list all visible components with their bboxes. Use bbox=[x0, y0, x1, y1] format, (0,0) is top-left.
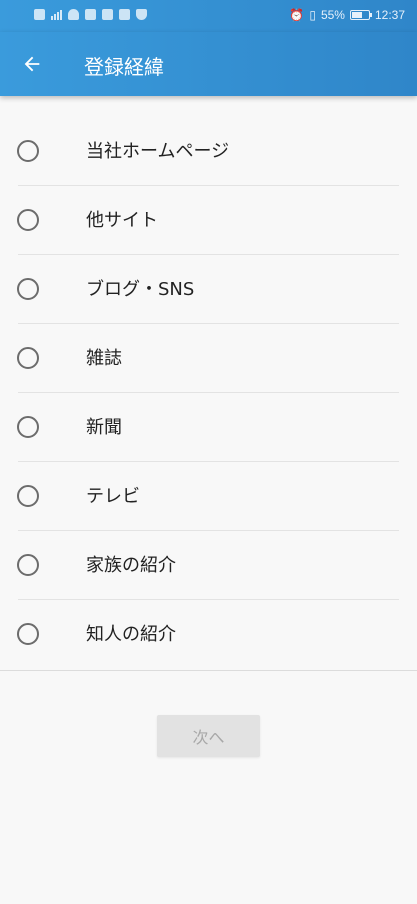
option-item[interactable]: 家族の紹介 bbox=[0, 531, 417, 600]
hd-icon bbox=[34, 9, 45, 20]
wifi-icon bbox=[68, 9, 79, 20]
list-bottom-divider bbox=[0, 670, 417, 671]
signal-icon bbox=[51, 9, 62, 20]
option-label: テレビ bbox=[86, 486, 140, 507]
battery-icon bbox=[349, 10, 372, 20]
radio-button[interactable] bbox=[17, 485, 39, 507]
option-item[interactable]: 新聞 bbox=[0, 393, 417, 462]
option-label: 新聞 bbox=[86, 417, 122, 438]
radio-button[interactable] bbox=[17, 209, 39, 231]
option-label: 知人の紹介 bbox=[86, 624, 176, 645]
notification-icon bbox=[85, 9, 96, 20]
option-item[interactable]: ブログ・SNS bbox=[0, 255, 417, 324]
page-title: 登録経緯 bbox=[84, 55, 164, 79]
radio-button[interactable] bbox=[17, 623, 39, 645]
arrow-left-icon bbox=[24, 56, 40, 72]
status-icons-left bbox=[34, 9, 147, 20]
alarm-icon: ⏰ bbox=[289, 8, 305, 22]
app-bar: 登録経緯 bbox=[0, 32, 417, 96]
status-bar: ⏰ ▯ 55% 12:37 bbox=[0, 0, 417, 32]
option-item[interactable]: 他サイト bbox=[0, 186, 417, 255]
option-item[interactable]: 当社ホームページ bbox=[0, 117, 417, 186]
battery-percent: 55% bbox=[320, 8, 345, 22]
option-label: 当社ホームページ bbox=[86, 141, 230, 162]
next-button[interactable]: 次へ bbox=[157, 715, 260, 757]
message-icon bbox=[102, 9, 113, 20]
option-label: ブログ・SNS bbox=[86, 279, 195, 300]
radio-button[interactable] bbox=[17, 554, 39, 576]
option-label: 他サイト bbox=[86, 210, 158, 231]
option-list: 当社ホームページ 他サイト ブログ・SNS 雑誌 新聞 テレビ 家族の紹介 知人… bbox=[0, 117, 417, 669]
radio-button[interactable] bbox=[17, 416, 39, 438]
clock: 12:37 bbox=[374, 8, 405, 22]
option-item[interactable]: 雑誌 bbox=[0, 324, 417, 393]
radio-button[interactable] bbox=[17, 140, 39, 162]
shield-icon bbox=[136, 9, 147, 20]
option-item[interactable]: 知人の紹介 bbox=[0, 600, 417, 669]
back-button[interactable] bbox=[12, 44, 52, 84]
option-label: 雑誌 bbox=[86, 348, 122, 369]
status-icons-right: ⏰ ▯ 55% 12:37 bbox=[289, 8, 405, 22]
option-item[interactable]: テレビ bbox=[0, 462, 417, 531]
app-icon bbox=[119, 9, 130, 20]
vibrate-icon: ▯ bbox=[309, 8, 316, 22]
radio-button[interactable] bbox=[17, 347, 39, 369]
radio-button[interactable] bbox=[17, 278, 39, 300]
option-label: 家族の紹介 bbox=[86, 555, 176, 576]
